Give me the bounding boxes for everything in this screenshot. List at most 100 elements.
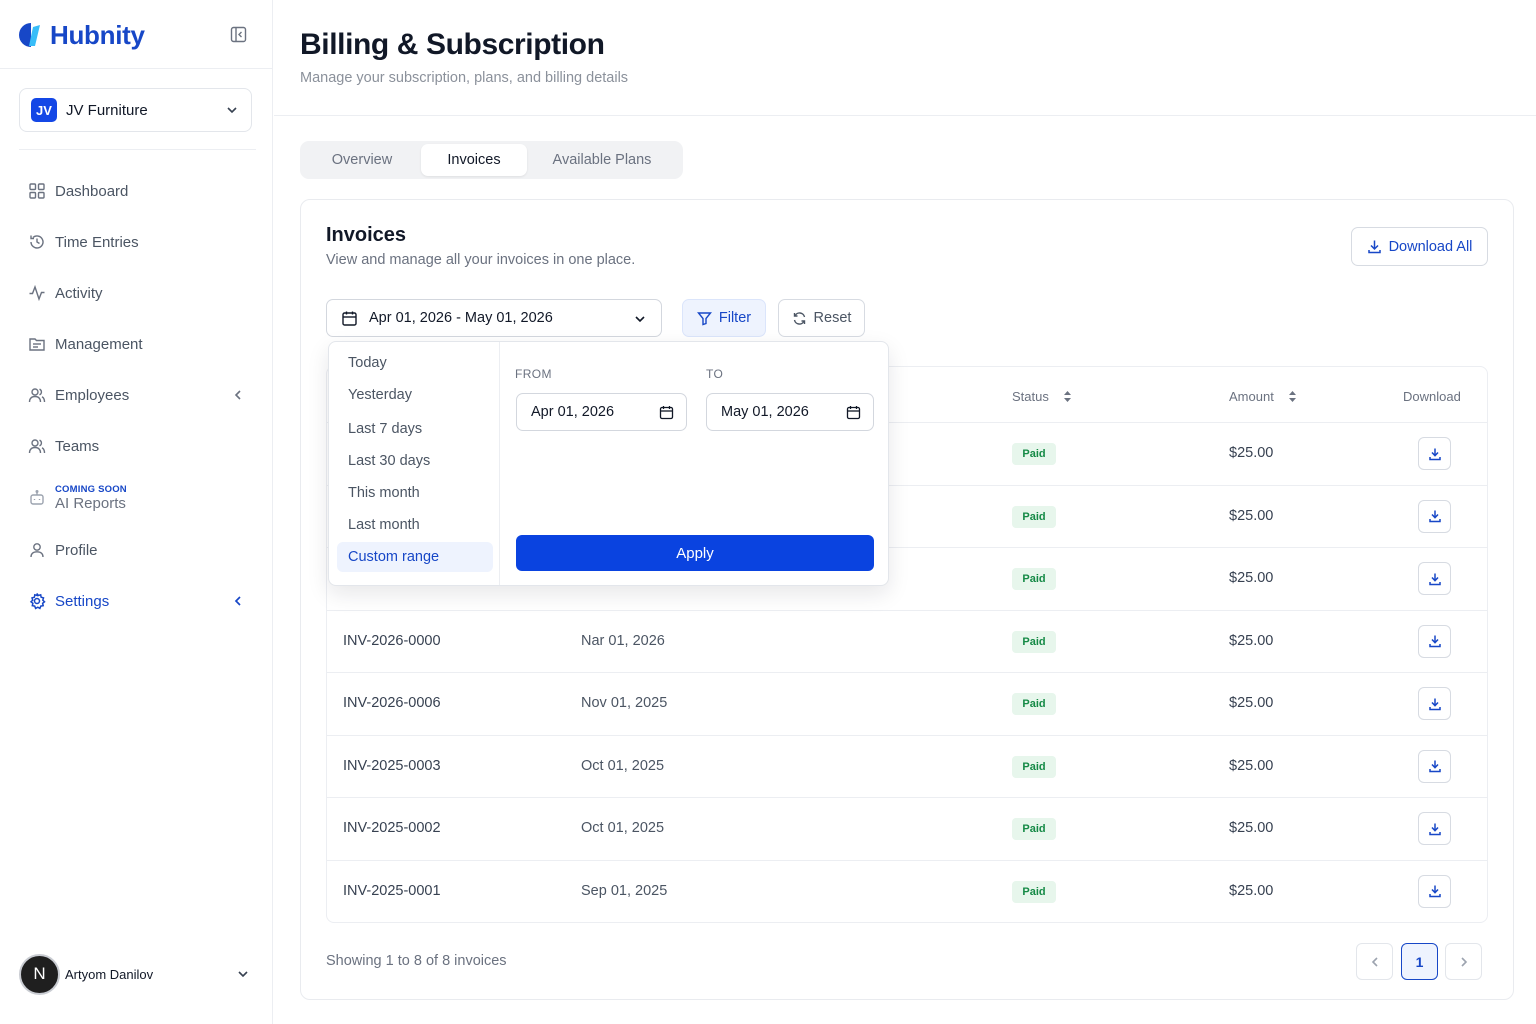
avatar: N	[19, 953, 60, 995]
from-date-input[interactable]: Apr 01, 2026	[516, 393, 687, 431]
status-badge: Paid	[1012, 443, 1056, 465]
calendar-icon	[846, 406, 861, 420]
page-1-button[interactable]: 1	[1401, 943, 1438, 980]
date-range-select[interactable]: Apr 01, 2026 - May 01, 2026	[326, 299, 662, 337]
preset-last-month[interactable]: Last month	[337, 510, 493, 540]
sidebar-item-employees[interactable]: Employees	[28, 380, 253, 410]
chevron-down-icon	[635, 316, 645, 323]
download-invoice-button[interactable]	[1418, 749, 1451, 783]
from-label: FROM	[515, 367, 552, 381]
sidebar-item-teams[interactable]: Teams	[28, 431, 253, 461]
refresh-icon	[793, 311, 805, 325]
tab-overview[interactable]: Overview	[304, 144, 420, 176]
table-row: INV-2026-0000 Nar 01, 2026 Paid $25.00	[327, 609, 1487, 673]
from-date-value: Apr 01, 2026	[531, 404, 615, 420]
preset-this-month[interactable]: This month	[337, 478, 493, 508]
column-header-label: Download	[1403, 389, 1461, 404]
divider	[19, 149, 256, 150]
sidebar-item-management[interactable]: Management	[28, 329, 253, 359]
status-badge: Paid	[1012, 818, 1056, 840]
brand-name: Hubnity	[50, 19, 145, 50]
page-title: Billing & Subscription	[300, 28, 605, 61]
download-invoice-button[interactable]	[1418, 624, 1451, 658]
brand[interactable]: Hubnity	[18, 18, 145, 52]
reset-button[interactable]: Reset	[778, 299, 865, 337]
reset-label: Reset	[813, 310, 852, 326]
invoice-number: INV-2026-0006	[343, 695, 441, 711]
chevron-left-icon	[234, 390, 241, 400]
filter-label: Filter	[718, 310, 752, 326]
sort-icon	[1063, 391, 1071, 402]
team-icon	[28, 439, 46, 454]
preset-last-30-days[interactable]: Last 30 days	[337, 446, 493, 476]
invoice-date: Nar 01, 2026	[581, 632, 665, 649]
user-icon	[30, 543, 44, 558]
download-invoice-button[interactable]	[1418, 562, 1451, 595]
preset-custom-range[interactable]: Custom range	[337, 542, 493, 572]
table-row: INV-2026-0006 Nov 01, 2025 Paid $25.00	[327, 672, 1487, 735]
invoice-amount: $25.00	[1229, 757, 1274, 774]
card-title: Invoices	[326, 224, 407, 246]
invoice-date: Sep 01, 2025	[581, 882, 668, 899]
workspace-avatar: JV	[31, 98, 57, 122]
sidebar-item-label: Employees	[55, 386, 130, 404]
sidebar: Hubnity JV JV Furniture Dashboard Time E…	[0, 0, 273, 1024]
sidebar-item-time-entries[interactable]: Time Entries	[28, 227, 253, 257]
sidebar-item-label: Dashboard	[55, 182, 129, 200]
download-invoice-button[interactable]	[1418, 499, 1451, 533]
gear-icon	[29, 593, 46, 610]
next-page-button[interactable]	[1445, 943, 1482, 980]
download-invoice-button[interactable]	[1418, 437, 1451, 470]
sidebar-item-ai-reports: COMING SOON AI Reports	[28, 480, 253, 516]
chevron-right-icon	[1460, 956, 1467, 967]
collapse-sidebar-icon[interactable]	[230, 26, 247, 43]
sidebar-item-label: Profile	[55, 541, 98, 559]
user-menu[interactable]: N Artyom Danilov	[19, 953, 254, 995]
invoice-date: Oct 01, 2025	[581, 757, 665, 774]
sidebar-item-dashboard[interactable]: Dashboard	[28, 176, 253, 206]
tab-available-plans[interactable]: Available Plans	[530, 144, 674, 176]
invoice-amount: $25.00	[1229, 695, 1274, 711]
chevron-left-icon	[234, 596, 241, 606]
previous-page-button[interactable]	[1356, 943, 1393, 980]
calendar-icon	[659, 406, 674, 420]
status-badge: Paid	[1012, 505, 1056, 528]
sidebar-item-profile[interactable]: Profile	[28, 535, 253, 565]
preset-today[interactable]: Today	[337, 348, 493, 378]
sidebar-item-settings[interactable]: Settings	[28, 586, 253, 616]
filter-button[interactable]: Filter	[682, 299, 766, 337]
divider	[0, 68, 272, 69]
sidebar-item-label: Settings	[55, 592, 110, 610]
download-invoice-button[interactable]	[1418, 812, 1451, 845]
column-header-download: Download	[1403, 389, 1461, 404]
sidebar-item-activity[interactable]: Activity	[28, 278, 253, 308]
invoice-number: INV-2025-0002	[343, 820, 441, 836]
invoice-number: INV-2026-0000	[343, 632, 441, 649]
status-badge: Paid	[1012, 630, 1056, 653]
preset-yesterday[interactable]: Yesterday	[337, 380, 493, 410]
apply-button[interactable]: Apply	[516, 535, 874, 571]
download-invoice-button[interactable]	[1418, 687, 1451, 720]
sidebar-item-label: Teams	[55, 437, 100, 455]
column-header-status[interactable]: Status	[1012, 389, 1072, 404]
history-icon	[30, 235, 44, 249]
pagination-summary: Showing 1 to 8 of 8 invoices	[326, 953, 507, 969]
column-header-amount[interactable]: Amount	[1229, 389, 1297, 404]
preset-last-7-days[interactable]: Last 7 days	[337, 414, 493, 444]
to-date-value: May 01, 2026	[721, 404, 809, 420]
status-badge: Paid	[1012, 755, 1056, 778]
page-subtitle: Manage your subscription, plans, and bil…	[300, 70, 629, 86]
status-badge: Paid	[1012, 693, 1056, 715]
invoice-amount: $25.00	[1229, 570, 1274, 586]
chevron-down-icon	[238, 971, 248, 978]
download-all-button[interactable]: Download All	[1351, 227, 1488, 266]
invoice-amount: $25.00	[1229, 882, 1274, 899]
to-date-input[interactable]: May 01, 2026	[706, 393, 874, 431]
folder-icon	[29, 338, 45, 351]
workspace-switcher[interactable]: JV JV Furniture	[19, 88, 252, 132]
column-header-label: Status	[1012, 389, 1049, 404]
download-icon	[1428, 448, 1441, 460]
tab-invoices[interactable]: Invoices	[421, 144, 527, 176]
download-invoice-button[interactable]	[1418, 874, 1451, 908]
download-icon	[1428, 510, 1441, 523]
